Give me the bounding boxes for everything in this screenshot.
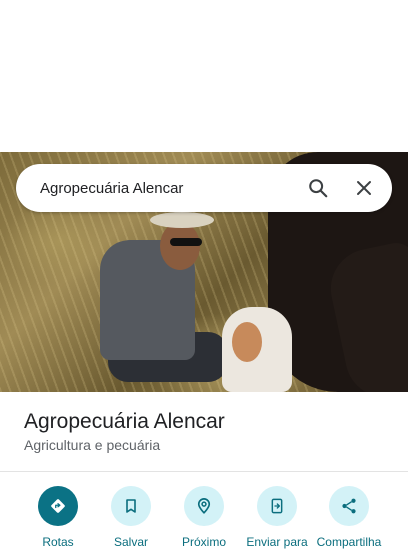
nearby-button[interactable]: Próximo xyxy=(164,486,244,549)
directions-label: Rotas xyxy=(42,535,74,549)
nearby-icon xyxy=(184,486,224,526)
directions-icon xyxy=(38,486,78,526)
place-category: Agricultura e pecuária xyxy=(24,437,161,453)
divider xyxy=(0,471,408,472)
photo-hat xyxy=(150,212,214,228)
bookmark-icon xyxy=(111,486,151,526)
save-label: Salvar xyxy=(113,535,148,549)
photo-sunglasses xyxy=(170,238,202,246)
photo-man-head xyxy=(160,222,200,270)
place-title: Agropecuária Alencar xyxy=(24,410,225,433)
photo-dog-spot xyxy=(232,322,262,362)
save-button[interactable]: Salvar xyxy=(91,486,171,549)
share-label: Compartilha xyxy=(316,535,382,549)
share-icon xyxy=(329,486,369,526)
close-icon[interactable] xyxy=(355,179,373,197)
action-bar: Rotas Salvar Próximo Enviar para Compart… xyxy=(0,486,408,549)
nearby-label: Próximo xyxy=(181,535,226,549)
send-to-phone-icon xyxy=(257,486,297,526)
send-to-phone-label: Enviar para xyxy=(246,535,308,549)
search-bar[interactable]: Agropecuária Alencar xyxy=(16,164,392,212)
map-blank-area xyxy=(0,0,408,152)
search-icon[interactable] xyxy=(307,177,329,199)
directions-button[interactable]: Rotas xyxy=(18,486,98,549)
send-to-phone-button[interactable]: Enviar para xyxy=(237,486,317,549)
share-button[interactable]: Compartilha xyxy=(309,486,389,549)
search-input[interactable]: Agropecuária Alencar xyxy=(40,180,307,197)
